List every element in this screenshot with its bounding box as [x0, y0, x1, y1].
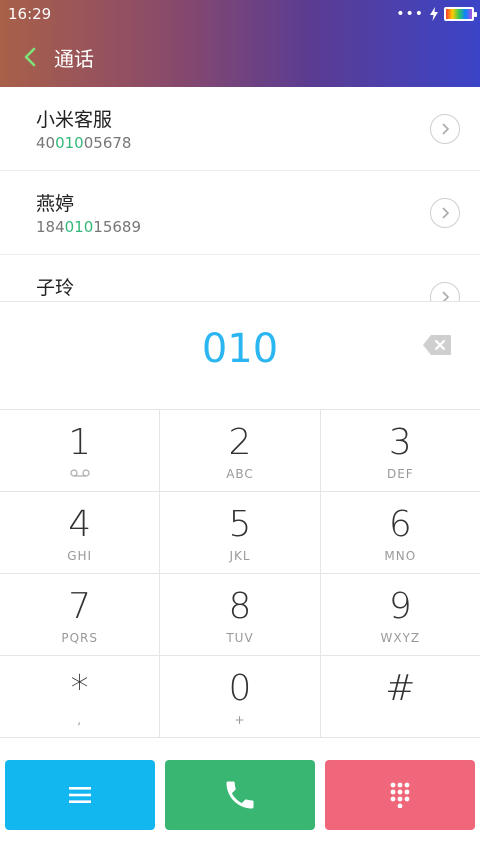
key-digit: 0	[228, 668, 252, 709]
key-4[interactable]: 4 GHI	[0, 492, 161, 573]
dialpad-icon	[390, 782, 410, 808]
contact-number: 18401015689	[36, 218, 141, 236]
menu-icon	[69, 787, 91, 803]
keypad: 1 2 ABC 3 DEF 4 GHI 5 JKL 6 MNO 7 PQRS 8…	[0, 409, 480, 739]
key-letters: ,	[77, 713, 83, 727]
key-digit: 3	[388, 422, 412, 463]
charging-icon	[430, 7, 438, 21]
key-7[interactable]: 7 PQRS	[0, 574, 161, 655]
battery-icon	[444, 7, 477, 21]
key-digit: 6	[388, 504, 412, 545]
key-letters: TUV	[226, 631, 254, 645]
chevron-right-circle-icon[interactable]	[430, 114, 460, 144]
key-letters: PQRS	[61, 631, 98, 645]
number-prefix: 40	[36, 134, 56, 152]
key-letters: DEF	[386, 467, 414, 481]
phone-icon	[226, 781, 254, 809]
key-digit: 7	[68, 586, 92, 627]
key-star[interactable]: * ,	[0, 656, 161, 737]
key-0[interactable]: 0 +	[160, 656, 321, 737]
result-row[interactable]: 子玲	[0, 255, 480, 301]
key-1[interactable]: 1	[0, 410, 161, 491]
key-3[interactable]: 3 DEF	[321, 410, 480, 491]
key-8[interactable]: 8 TUV	[160, 574, 321, 655]
dialed-number: 010	[201, 326, 279, 372]
key-digit: 8	[228, 586, 252, 627]
key-letters: ABC	[226, 467, 254, 481]
key-letters: JKL	[229, 549, 251, 563]
number-prefix: 184	[36, 218, 65, 236]
key-5[interactable]: 5 JKL	[160, 492, 321, 573]
voicemail-icon	[70, 469, 90, 477]
status-bar: 16:29 •••	[0, 0, 480, 28]
contact-name: 小米客服	[36, 109, 113, 131]
result-row[interactable]: 小米客服 4001005678	[0, 87, 480, 171]
status-time: 16:29	[8, 5, 52, 23]
result-row[interactable]: 燕婷 18401015689	[0, 171, 480, 255]
keypad-row: * , 0 + #	[0, 656, 480, 738]
number-match: 010	[55, 134, 84, 152]
back-icon[interactable]	[12, 39, 48, 75]
key-digit: 9	[388, 586, 412, 627]
key-digit: *	[70, 668, 89, 709]
backspace-icon[interactable]	[422, 334, 452, 356]
key-letters: GHI	[67, 549, 93, 563]
key-letters: MNO	[384, 549, 417, 563]
key-digit: 4	[68, 504, 92, 545]
number-suffix: 15689	[93, 218, 141, 236]
dial-input-area: 010	[0, 301, 480, 409]
contact-name: 燕婷	[36, 193, 75, 215]
call-button[interactable]	[165, 760, 315, 830]
keypad-row: 4 GHI 5 JKL 6 MNO	[0, 492, 480, 574]
number-match: 010	[64, 218, 94, 236]
key-digit: #	[385, 668, 416, 709]
search-results: 小米客服 4001005678 燕婷 18401015689 子玲	[0, 87, 480, 301]
contact-number: 4001005678	[36, 134, 131, 152]
key-digit: 1	[68, 422, 92, 463]
contact-name: 子玲	[36, 277, 75, 299]
action-bar	[0, 760, 480, 830]
key-6[interactable]: 6 MNO	[321, 492, 480, 573]
key-hash[interactable]: #	[321, 656, 480, 737]
keypad-row: 1 2 ABC 3 DEF	[0, 410, 480, 492]
dialpad-toggle-button[interactable]	[325, 760, 475, 830]
more-dots-icon: •••	[396, 6, 424, 22]
key-letters: +	[234, 713, 246, 727]
key-2[interactable]: 2 ABC	[160, 410, 321, 491]
chevron-right-circle-icon[interactable]	[430, 282, 460, 301]
number-suffix: 05678	[83, 134, 132, 152]
key-digit: 2	[228, 422, 252, 463]
keypad-row: 7 PQRS 8 TUV 9 WXYZ	[0, 574, 480, 656]
status-icons: •••	[396, 6, 477, 22]
key-letters: WXYZ	[380, 631, 421, 645]
header: 16:29 ••• 通话	[0, 0, 480, 87]
key-digit: 5	[228, 504, 252, 545]
menu-button[interactable]	[5, 760, 155, 830]
key-9[interactable]: 9 WXYZ	[321, 574, 480, 655]
page-title: 通话	[54, 46, 94, 71]
title-row: 通话	[0, 36, 480, 78]
chevron-right-circle-icon[interactable]	[430, 198, 460, 228]
